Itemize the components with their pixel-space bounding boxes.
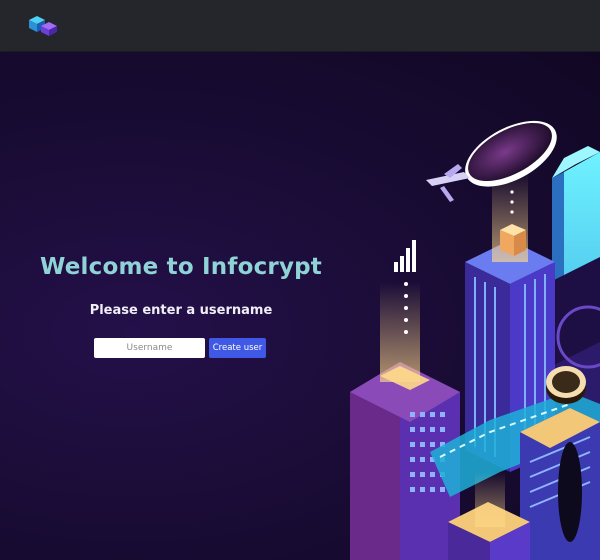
- username-input[interactable]: [94, 338, 205, 358]
- username-prompt: Please enter a username: [89, 303, 273, 318]
- cube-logo-icon[interactable]: [27, 14, 59, 38]
- page-title: Welcome to Infocrypt: [39, 254, 322, 280]
- top-navbar: [0, 0, 600, 52]
- isometric-city-illustration: [350, 120, 600, 560]
- create-user-button[interactable]: Create user: [209, 338, 266, 358]
